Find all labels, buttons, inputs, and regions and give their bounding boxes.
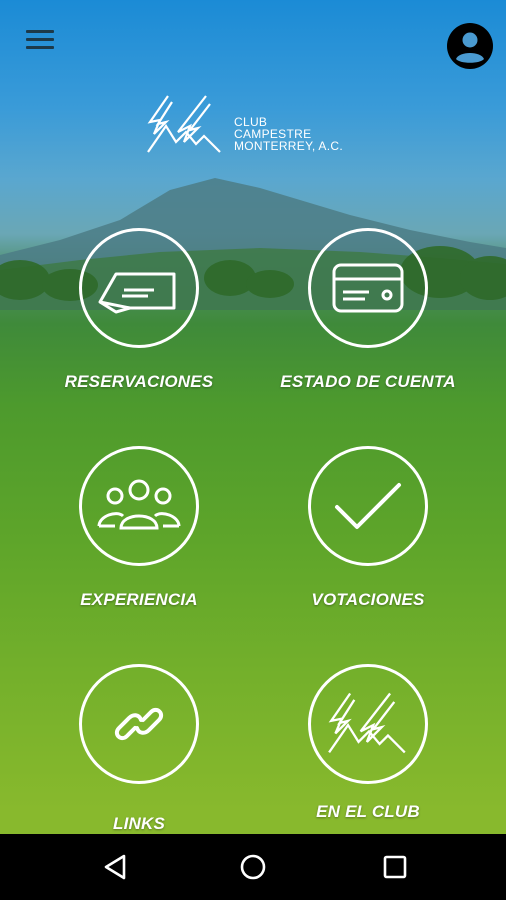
menu-line: [26, 46, 54, 49]
experiencia-circle: [79, 446, 199, 566]
checkmark-icon: [335, 483, 401, 529]
credit-card-icon: [332, 263, 404, 313]
reservaciones-circle: [79, 228, 199, 348]
app-screen: CLUB CAMPESTRE MONTERREY, A.C. RESERVACI…: [0, 0, 506, 900]
tile-label: ESTADO DE CUENTA: [280, 372, 456, 391]
tile-experiencia[interactable]: EXPERIENCIA: [39, 446, 239, 610]
tile-links[interactable]: LINKS: [39, 664, 239, 834]
tile-votaciones[interactable]: VOTACIONES: [268, 446, 468, 610]
club-logo-mark-icon: [147, 95, 221, 153]
tile-label: EN EL CLUB: [316, 802, 420, 821]
tile-estado-de-cuenta[interactable]: ESTADO DE CUENTA: [268, 228, 468, 392]
club-name-line3: MONTERREY, A.C.: [234, 139, 343, 153]
tile-label: LINKS: [113, 814, 165, 833]
menu-button[interactable]: [26, 30, 54, 50]
system-navigation-bar: [0, 834, 506, 900]
votaciones-circle: [308, 446, 428, 566]
tile-label: VOTACIONES: [311, 590, 425, 609]
links-circle: [79, 664, 199, 784]
tile-label: RESERVACIONES: [64, 372, 214, 391]
menu-line: [26, 38, 54, 41]
reservation-ticket-icon: [98, 272, 176, 314]
tile-en-el-club[interactable]: EN EL CLUB: [268, 664, 468, 822]
recents-square-icon[interactable]: [380, 852, 410, 882]
tile-reservaciones[interactable]: RESERVACIONES: [39, 228, 239, 392]
link-chain-icon: [114, 707, 164, 741]
club-logo: CLUB CAMPESTRE MONTERREY, A.C.: [146, 92, 376, 158]
club-name: CLUB CAMPESTRE MONTERREY, A.C.: [234, 116, 343, 152]
en-el-club-circle: [308, 664, 428, 784]
club-logo-icon: [328, 692, 406, 754]
tile-label: EXPERIENCIA: [80, 590, 198, 609]
menu-line: [26, 30, 54, 33]
back-triangle-icon[interactable]: [100, 852, 130, 882]
people-group-icon: [97, 479, 181, 530]
estado-de-cuenta-circle: [308, 228, 428, 348]
account-circle-icon[interactable]: [446, 22, 494, 70]
home-circle-icon[interactable]: [238, 852, 268, 882]
